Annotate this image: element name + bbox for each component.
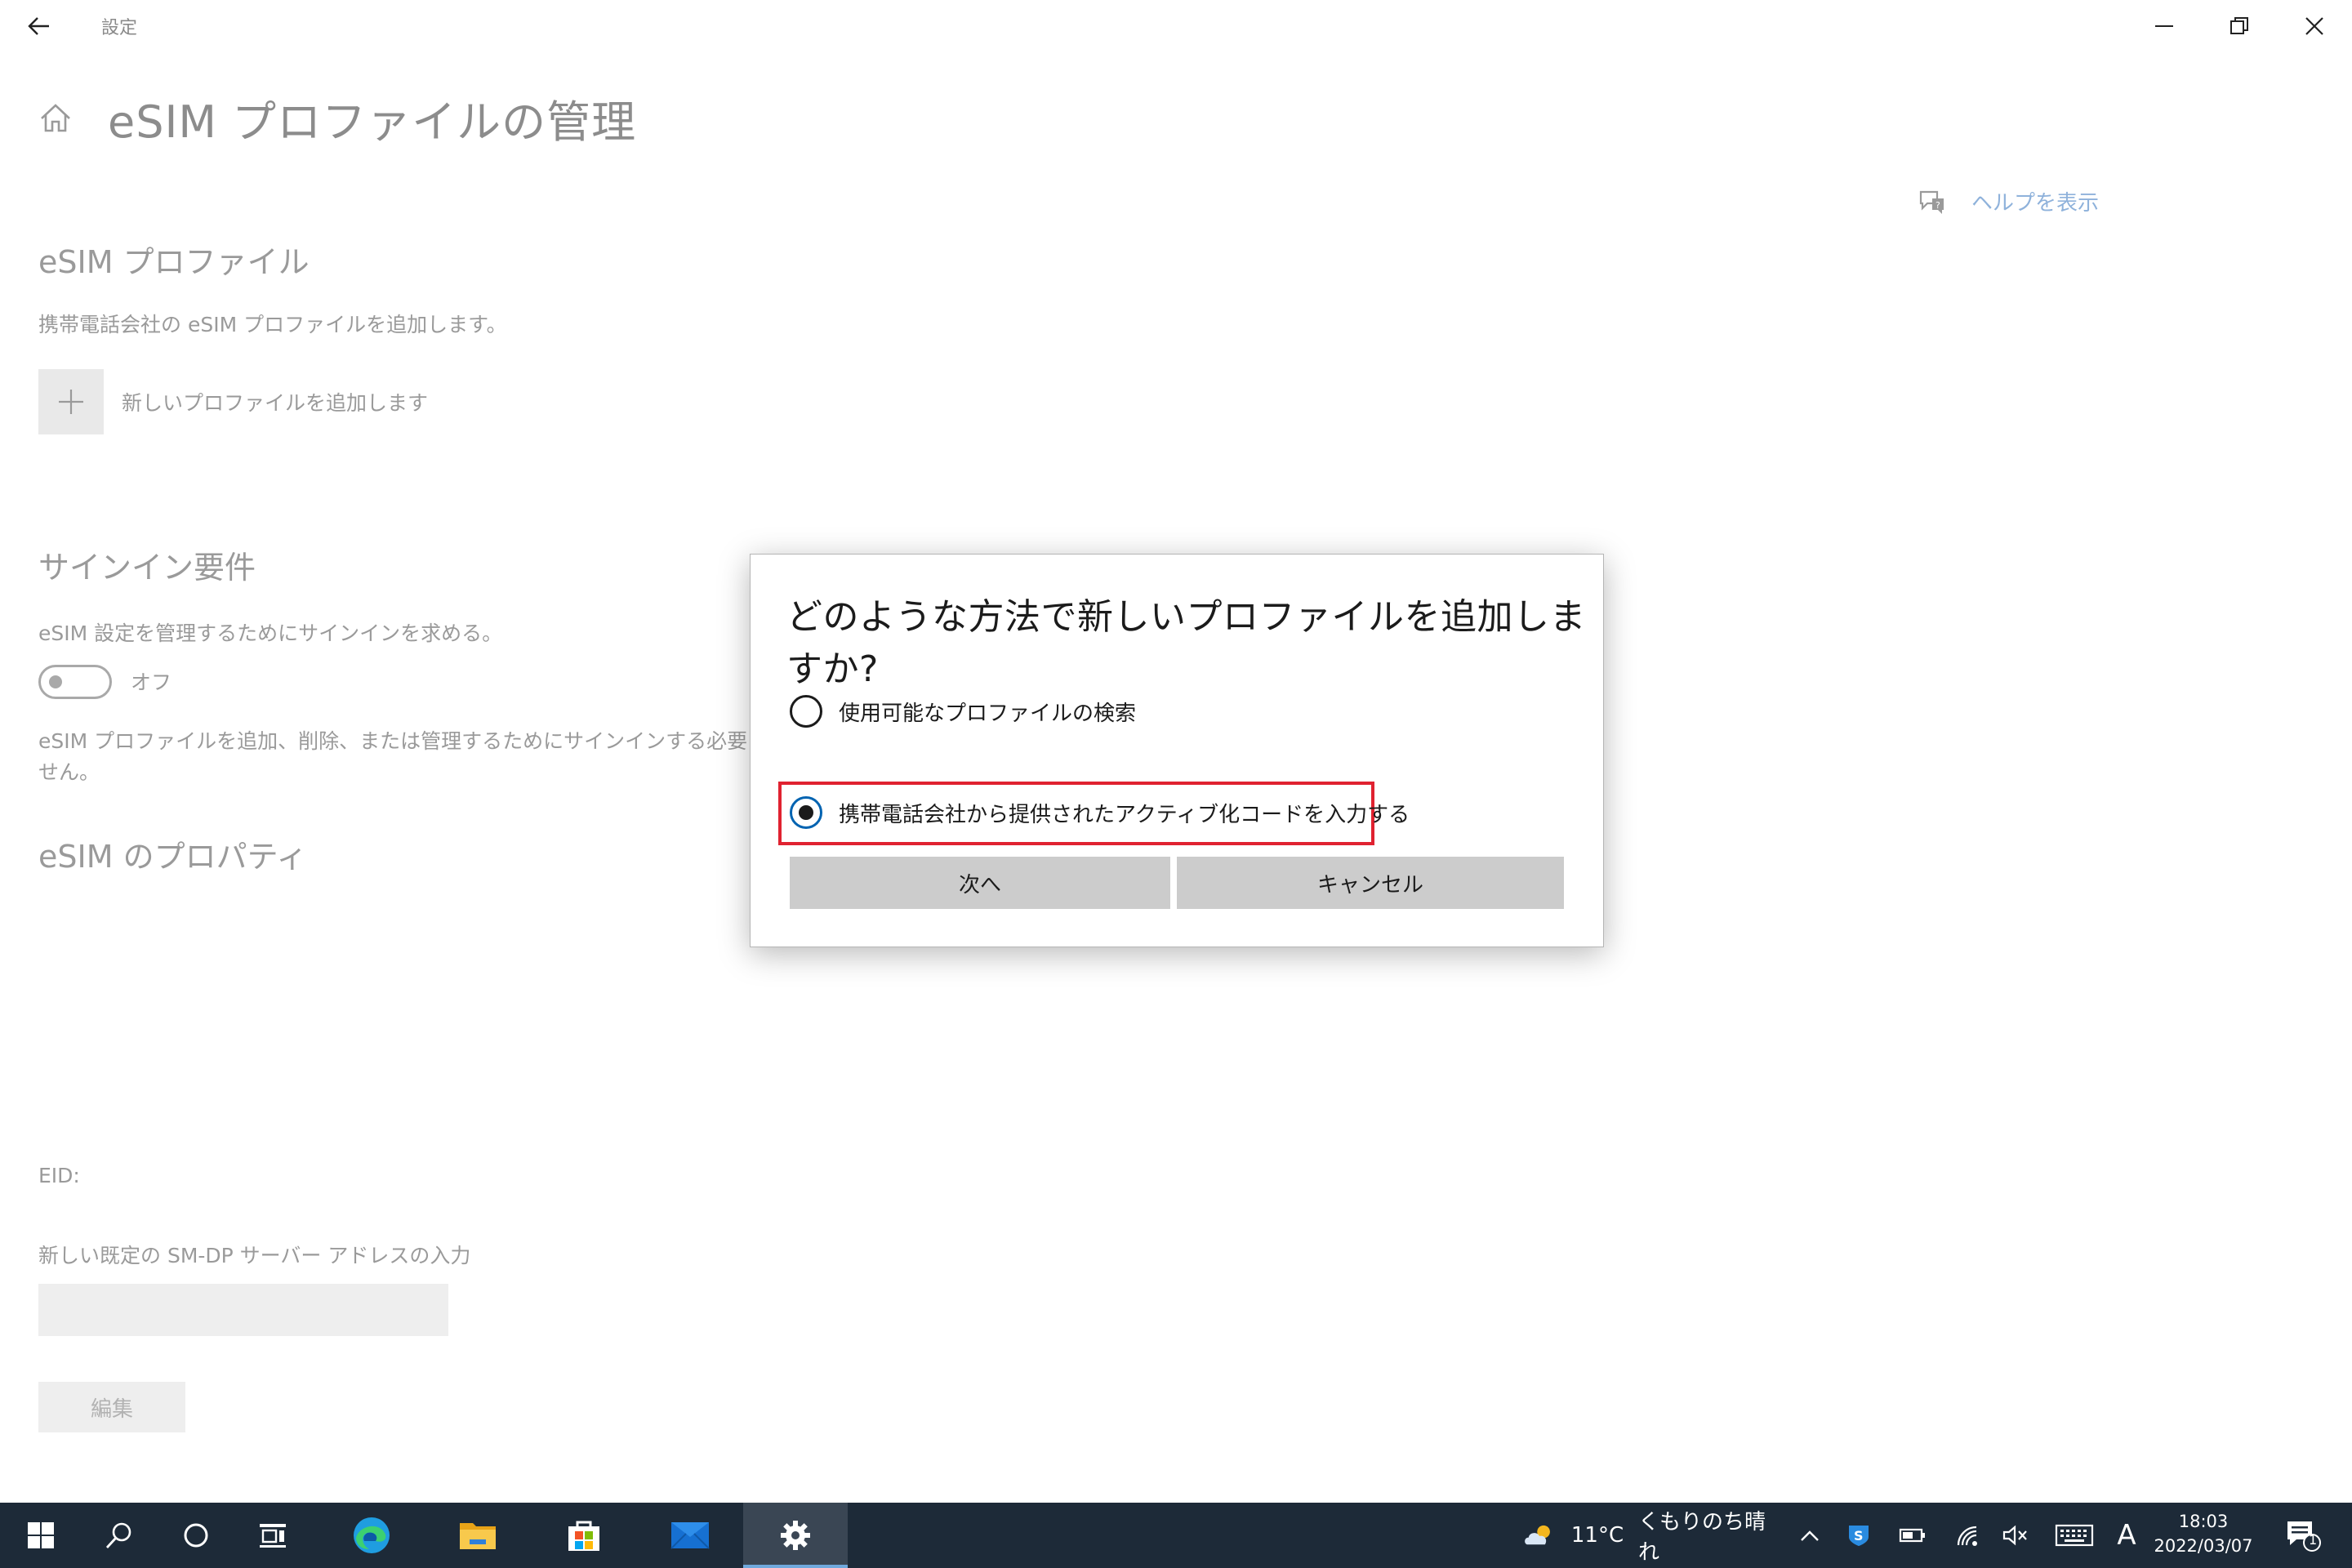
shield-app-icon: S bbox=[1849, 1526, 1869, 1546]
cortana-icon bbox=[184, 1523, 208, 1548]
back-arrow-icon bbox=[28, 17, 49, 35]
edit-button[interactable]: 編集 bbox=[38, 1382, 185, 1432]
cellular-signal-icon bbox=[1957, 1526, 1977, 1546]
add-profile-dialog: どのような方法で新しいプロファイルを追加しますか? 使用可能なプロファイルの検索… bbox=[750, 554, 1604, 947]
add-profile-button[interactable]: 新しいプロファイルを追加します bbox=[38, 369, 428, 434]
weather-widget[interactable] bbox=[1522, 1503, 1555, 1568]
settings-icon bbox=[781, 1521, 810, 1550]
clock-time: 18:03 bbox=[2178, 1512, 2229, 1531]
radio-dot bbox=[799, 805, 813, 820]
toggle-knob bbox=[49, 675, 62, 688]
signin-toggle-label: オフ bbox=[131, 670, 172, 694]
page-title: eSIM プロファイルの管理 bbox=[108, 96, 637, 148]
radio-unchecked[interactable] bbox=[790, 695, 822, 728]
signin-section-title: サインイン要件 bbox=[38, 550, 256, 586]
help-chat-icon: ? bbox=[1919, 190, 1944, 214]
profiles-section-title: eSIM プロファイル bbox=[38, 244, 310, 280]
cortana-button[interactable] bbox=[172, 1503, 220, 1568]
svg-text:?: ? bbox=[1936, 200, 1940, 211]
security-app-tray-icon[interactable]: S bbox=[1842, 1503, 1875, 1568]
store-button[interactable] bbox=[555, 1503, 612, 1568]
file-explorer-button[interactable] bbox=[449, 1503, 506, 1568]
page-header: eSIM プロファイルの管理 bbox=[38, 91, 636, 148]
close-button[interactable] bbox=[2277, 0, 2352, 52]
store-icon bbox=[568, 1521, 599, 1551]
mail-button[interactable] bbox=[662, 1503, 719, 1568]
ime-mode-indicator[interactable]: A bbox=[2112, 1503, 2141, 1568]
dialog-title: どのような方法で新しいプロファイルを追加しますか? bbox=[786, 596, 1586, 690]
back-button[interactable] bbox=[20, 7, 59, 46]
start-button[interactable] bbox=[16, 1503, 65, 1568]
add-box bbox=[38, 369, 104, 434]
radio-checked[interactable] bbox=[790, 796, 822, 829]
home-icon bbox=[41, 104, 70, 132]
close-icon bbox=[2305, 17, 2323, 35]
option-search-profiles[interactable]: 使用可能なプロファイルの検索 bbox=[790, 695, 1136, 728]
restore-button[interactable] bbox=[2202, 0, 2277, 52]
settings-taskbar-button[interactable] bbox=[743, 1503, 848, 1568]
task-view-icon bbox=[260, 1524, 286, 1548]
help-link-label: ヘルプを表示 bbox=[1971, 191, 2100, 216]
file-explorer-icon bbox=[460, 1523, 496, 1549]
chevron-up-icon bbox=[1801, 1530, 1819, 1541]
minimize-button[interactable] bbox=[2127, 0, 2202, 52]
weather-desc[interactable]: くもりのち晴れ bbox=[1638, 1503, 1769, 1568]
signin-note-line2: せん。 bbox=[38, 760, 100, 784]
option-activation-code[interactable]: 携帯電話会社から提供されたアクティブ化コードを入力する bbox=[790, 796, 1410, 829]
smdp-address-input[interactable] bbox=[38, 1284, 448, 1336]
notification-count: 1 bbox=[2309, 1532, 2318, 1548]
battery-icon bbox=[1899, 1528, 1925, 1543]
plus-icon bbox=[59, 390, 83, 414]
mail-icon bbox=[670, 1522, 710, 1549]
signin-note-line1: eSIM プロファイルを追加、削除、または管理するためにサインインする必要はあり… bbox=[38, 729, 757, 753]
volume-muted-icon bbox=[2002, 1525, 2027, 1546]
edge-icon bbox=[354, 1517, 390, 1553]
windows-logo-icon bbox=[28, 1522, 54, 1548]
profiles-description: 携帯電話会社の eSIM プロファイルを追加します。 bbox=[38, 313, 507, 336]
svg-text:S: S bbox=[1854, 1528, 1864, 1544]
active-indicator bbox=[743, 1565, 848, 1568]
clock[interactable]: 18:03 2022/03/07 bbox=[2146, 1509, 2261, 1558]
restore-icon bbox=[2230, 17, 2248, 34]
title-bar: 設定 bbox=[0, 0, 2352, 52]
task-view-button[interactable] bbox=[248, 1503, 297, 1568]
search-icon bbox=[105, 1522, 131, 1548]
show-hidden-icons-button[interactable] bbox=[1793, 1503, 1826, 1568]
signin-toggle[interactable] bbox=[38, 665, 112, 699]
clock-date: 2022/03/07 bbox=[2154, 1536, 2253, 1556]
network-tray-icon[interactable] bbox=[1952, 1503, 1984, 1568]
cloudy-sun-icon bbox=[1525, 1525, 1550, 1545]
help-link[interactable]: ? ヘルプを表示 bbox=[1918, 186, 2099, 216]
cancel-button[interactable]: キャンセル bbox=[1177, 857, 1564, 909]
window-title: 設定 bbox=[101, 18, 138, 38]
action-center-button[interactable]: 1 bbox=[2278, 1503, 2328, 1568]
smdp-label: 新しい既定の SM-DP サーバー アドレスの入力 bbox=[38, 1244, 471, 1267]
edge-button[interactable] bbox=[343, 1503, 400, 1568]
weather-temp[interactable]: 11°C bbox=[1571, 1503, 1624, 1568]
properties-section-title: eSIM のプロパティ bbox=[38, 839, 308, 875]
next-button[interactable]: 次へ bbox=[790, 857, 1170, 909]
eid-label: EID: bbox=[38, 1164, 80, 1187]
home-button[interactable] bbox=[38, 100, 74, 136]
battery-tray-icon[interactable] bbox=[1896, 1503, 1929, 1568]
volume-tray-icon[interactable] bbox=[1999, 1503, 2032, 1568]
option-search-label: 使用可能なプロファイルの検索 bbox=[839, 701, 1137, 726]
search-button[interactable] bbox=[95, 1503, 144, 1568]
signin-description: eSIM 設定を管理するためにサインインを求める。 bbox=[38, 621, 503, 645]
minimize-icon bbox=[2155, 25, 2173, 27]
add-profile-label: 新しいプロファイルを追加します bbox=[122, 391, 429, 415]
touch-keyboard-button[interactable] bbox=[2053, 1503, 2096, 1568]
keyboard-icon bbox=[2055, 1524, 2094, 1547]
taskbar: 11°C くもりのち晴れ S A 18:03 2022/03/07 1 bbox=[0, 1503, 2352, 1568]
option-activation-label: 携帯電話会社から提供されたアクティブ化コードを入力する bbox=[839, 802, 1410, 827]
